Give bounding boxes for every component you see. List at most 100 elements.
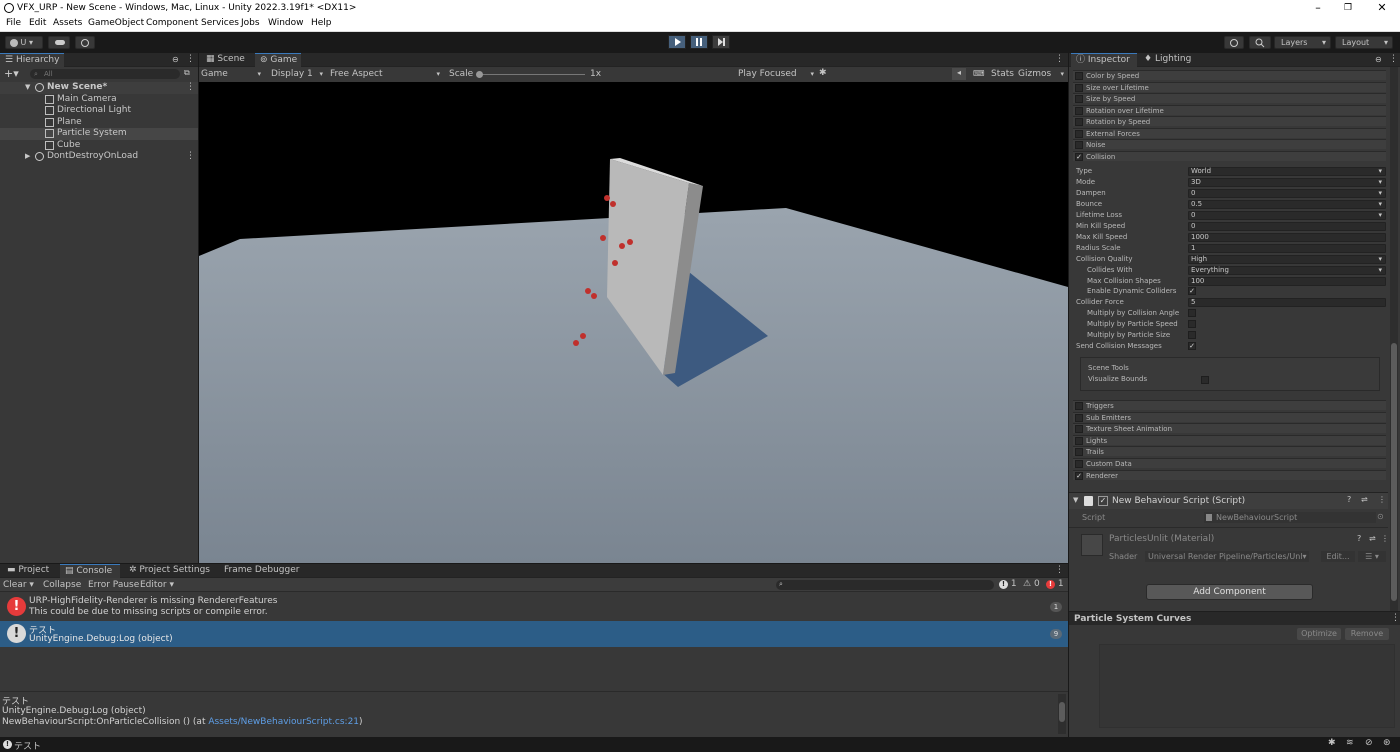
scale-slider-thumb[interactable]	[476, 71, 483, 78]
hierarchy-item-main-camera[interactable]: Main Camera	[0, 94, 198, 106]
script-field[interactable]: NewBehaviourScript	[1204, 512, 1376, 523]
prop-dropdown[interactable]: High	[1188, 254, 1386, 264]
search-button[interactable]	[1249, 36, 1271, 49]
scale-slider[interactable]	[476, 71, 585, 78]
collab-button[interactable]	[75, 36, 95, 49]
module-lights[interactable]: Lights	[1073, 434, 1386, 445]
progress-icon[interactable]: ≋	[1346, 738, 1354, 748]
console-entry-error[interactable]: ! URP-HighFidelity-Renderer is missing R…	[0, 594, 1068, 620]
module-rotation-over-lifetime[interactable]: Rotation over Lifetime	[1073, 104, 1386, 115]
debug-mode-icon[interactable]: ✱	[1328, 738, 1336, 748]
mute-audio-icon[interactable]: ◂	[952, 68, 966, 80]
game-viewport[interactable]	[199, 82, 1068, 563]
display-dropdown[interactable]: Display 1 ▾	[271, 68, 325, 80]
module-checkbox[interactable]	[1075, 448, 1083, 457]
lock-icon[interactable]: ⊖	[172, 55, 179, 64]
hierarchy-search-input[interactable]: ⌕ All	[30, 69, 180, 79]
game-mode-dropdown[interactable]: Game ▾	[201, 68, 263, 80]
more-icon[interactable]: ⋮	[1389, 54, 1398, 64]
menu-jobs[interactable]: Jobs	[241, 18, 260, 28]
module-checkbox[interactable]: ✓	[1075, 471, 1083, 480]
prop-dropdown[interactable]: Everything	[1188, 265, 1386, 275]
stacktrace-link[interactable]: Assets/NewBehaviourScript.cs:21	[208, 717, 359, 727]
tab-game[interactable]: ⊚ Game	[255, 53, 301, 67]
layout-dropdown[interactable]: Layout	[1335, 36, 1393, 49]
keyboard-icon[interactable]: ⌨	[973, 69, 985, 78]
detail-scrollbar[interactable]	[1058, 694, 1066, 734]
prop-dropdown[interactable]: 0	[1188, 210, 1386, 220]
module-checkbox[interactable]	[1075, 118, 1083, 127]
tab-project-settings[interactable]: ✲ Project Settings	[124, 564, 212, 578]
module-triggers[interactable]: Triggers	[1073, 400, 1386, 410]
module-checkbox[interactable]	[1075, 413, 1083, 422]
module-checkbox[interactable]	[1075, 106, 1083, 115]
more-icon[interactable]: ⋮	[186, 82, 195, 93]
expand-icon[interactable]: ▶	[25, 151, 30, 162]
prop-checkbox[interactable]	[1188, 331, 1196, 340]
tab-console[interactable]: ▤ Console	[60, 564, 120, 578]
expand-icon[interactable]: ▼	[25, 82, 30, 93]
menu-window[interactable]: Window	[268, 18, 304, 28]
prop-dropdown[interactable]: World	[1188, 167, 1386, 176]
module-sub-emitters[interactable]: Sub Emitters	[1073, 411, 1386, 422]
tab-project[interactable]: ▬ Project	[2, 564, 54, 578]
step-button[interactable]	[712, 35, 730, 49]
tab-inspector[interactable]: ⓘ Inspector	[1071, 53, 1137, 67]
scrollbar-thumb[interactable]	[1059, 702, 1065, 722]
shader-menu-button[interactable]: ☰ ▾	[1358, 551, 1386, 562]
more-icon[interactable]: ⋮	[1381, 534, 1389, 543]
more-icon[interactable]: ⋮	[1378, 495, 1386, 504]
clear-button[interactable]: Clear ▾	[3, 580, 34, 590]
module-size-over-lifetime[interactable]: Size over Lifetime	[1073, 81, 1386, 92]
aspect-dropdown[interactable]: Free Aspect ▾	[330, 68, 442, 80]
stats-button[interactable]: Stats	[991, 69, 1014, 79]
module-trails[interactable]: Trails	[1073, 446, 1386, 457]
warn-count-toggle[interactable]: ⚠ 0	[1023, 579, 1040, 589]
maximize-icon[interactable]: ❐	[1342, 2, 1354, 14]
foldout-icon[interactable]: ▼	[1073, 496, 1078, 504]
hierarchy-item-directional-light[interactable]: Directional Light	[0, 105, 198, 117]
info-count-toggle[interactable]: ! 1	[999, 579, 1017, 589]
play-button[interactable]	[668, 35, 686, 49]
module-checkbox[interactable]	[1075, 425, 1083, 434]
collapse-button[interactable]: Collapse	[43, 580, 81, 590]
module-checkbox[interactable]	[1075, 402, 1083, 410]
preset-icon[interactable]: ⇌	[1369, 534, 1376, 543]
module-checkbox[interactable]	[1075, 436, 1083, 445]
gizmos-dropdown[interactable]: Gizmos ▾	[1018, 68, 1066, 80]
lock-icon[interactable]: ⊖	[1375, 55, 1382, 64]
prop-checkbox[interactable]: ✓	[1188, 342, 1196, 351]
module-checkbox[interactable]	[1075, 141, 1083, 150]
prop-dropdown[interactable]: 0.5	[1188, 199, 1386, 209]
pause-button[interactable]	[690, 35, 708, 49]
module-texture-sheet-animation[interactable]: Texture Sheet Animation	[1073, 423, 1386, 434]
prop-checkbox[interactable]	[1188, 309, 1196, 318]
module-checkbox[interactable]	[1075, 95, 1083, 104]
module-noise[interactable]: Noise	[1073, 139, 1386, 150]
more-icon[interactable]: ⋮	[1391, 613, 1400, 623]
status-text[interactable]: テスト	[14, 739, 41, 752]
prop-field[interactable]: 5	[1188, 298, 1386, 308]
tab-hierarchy[interactable]: ☰ Hierarchy	[0, 53, 64, 67]
script-enabled-checkbox[interactable]: ✓	[1098, 496, 1108, 506]
inspector-scrollbar[interactable]	[1390, 67, 1398, 627]
preset-icon[interactable]: ⇌	[1361, 495, 1368, 504]
shader-dropdown[interactable]: Universal Render Pipeline/Particles/Unl▾	[1145, 551, 1309, 562]
object-picker-icon[interactable]: ⊙	[1377, 512, 1384, 521]
module-checkbox[interactable]	[1075, 83, 1083, 92]
hierarchy-item-plane[interactable]: Plane	[0, 117, 198, 129]
menu-edit[interactable]: Edit	[29, 18, 46, 28]
editor-dropdown[interactable]: Editor ▾	[140, 580, 174, 590]
menu-assets[interactable]: Assets	[53, 18, 82, 28]
module-checkbox[interactable]: ✓	[1075, 152, 1083, 161]
bug-icon[interactable]: ✱	[819, 68, 827, 78]
minimize-icon[interactable]: –	[1312, 2, 1324, 14]
close-icon[interactable]: ✕	[1376, 2, 1388, 14]
curves-graph[interactable]	[1099, 644, 1395, 728]
add-component-button[interactable]: Add Component	[1146, 584, 1313, 600]
error-count-toggle[interactable]: ! 1	[1046, 579, 1064, 589]
more-icon[interactable]: ⋮	[186, 151, 195, 162]
cache-icon[interactable]: ⊘	[1365, 738, 1373, 748]
more-icon[interactable]: ⋮	[186, 54, 195, 64]
menu-file[interactable]: File	[6, 18, 21, 28]
